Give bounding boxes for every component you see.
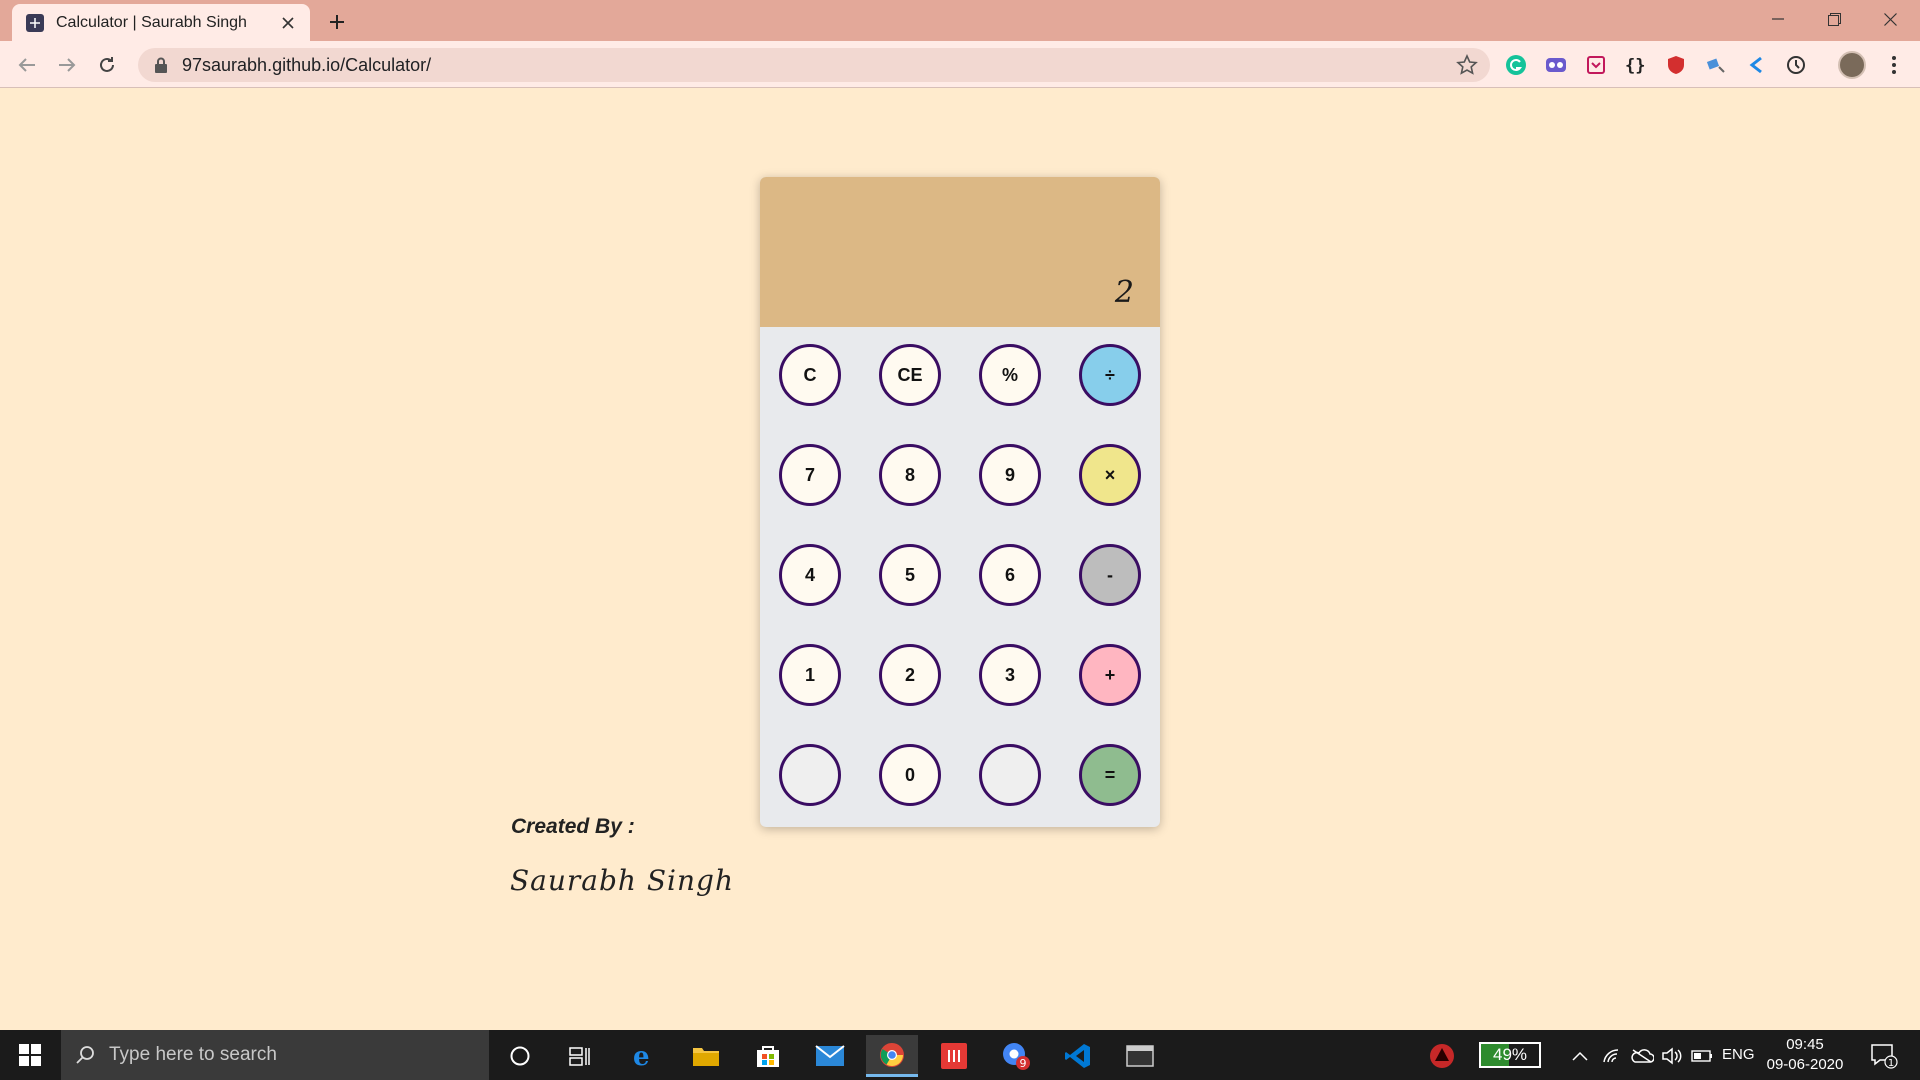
author-name: Saurabh Singh (510, 864, 734, 897)
close-window-icon[interactable] (1862, 0, 1918, 38)
minimize-icon[interactable] (1750, 0, 1806, 38)
blank-key-button[interactable] (979, 744, 1041, 806)
mail-icon[interactable] (804, 1035, 856, 1077)
url-text: 97saurabh.github.io/Calculator/ (182, 54, 432, 75)
digit-0-button[interactable]: 0 (879, 744, 941, 806)
chrome-icon[interactable] (866, 1035, 918, 1077)
battery-percentage-badge[interactable]: 49% (1479, 1042, 1541, 1068)
windows-taskbar: Type here to search e 9 49% ENG 09:45 09… (0, 1030, 1920, 1080)
calculator-favicon-icon (26, 13, 44, 32)
subtract-button[interactable]: - (1079, 544, 1141, 606)
terminal-icon[interactable] (1114, 1035, 1166, 1077)
digit-1-button[interactable]: 1 (779, 644, 841, 706)
profile-avatar[interactable] (1838, 51, 1866, 79)
digit-7-button[interactable]: 7 (779, 444, 841, 506)
restore-icon[interactable] (1806, 0, 1862, 38)
satellite-extension-icon[interactable] (1704, 53, 1728, 77)
app-bars-icon[interactable] (928, 1035, 980, 1077)
cortana-icon[interactable] (494, 1035, 546, 1077)
battery-icon[interactable] (1686, 1035, 1718, 1077)
chevron-up-icon[interactable] (1560, 1035, 1600, 1077)
back-arrow-icon[interactable] (12, 50, 42, 80)
bookmark-star-icon[interactable] (1456, 54, 1478, 81)
shield-icon[interactable] (1664, 53, 1688, 77)
browser-toolbar: 97saurabh.github.io/Calculator/ {} (0, 41, 1920, 88)
arrow-extension-icon[interactable] (1744, 53, 1768, 77)
browser-tab[interactable]: Calculator | Saurabh Singh (12, 4, 310, 41)
taskbar-search-box[interactable]: Type here to search (61, 1030, 489, 1080)
notification-icon[interactable]: 1 (1860, 1035, 1908, 1077)
digit-9-button[interactable]: 9 (979, 444, 1041, 506)
more-menu-icon[interactable] (1880, 51, 1908, 79)
store-icon[interactable] (742, 1035, 794, 1077)
glasses-extension-icon[interactable] (1544, 53, 1568, 77)
lock-icon (155, 57, 167, 73)
search-placeholder: Type here to search (109, 1044, 277, 1065)
browser-tab-strip: Calculator | Saurabh Singh (0, 0, 1920, 41)
digit-6-button[interactable]: 6 (979, 544, 1041, 606)
language-indicator[interactable]: ENG (1722, 1046, 1755, 1063)
chrome-profile-icon[interactable]: 9 (990, 1035, 1042, 1077)
chrome-badge-count: 9 (1020, 1057, 1027, 1070)
digit-4-button[interactable]: 4 (779, 544, 841, 606)
timer-icon[interactable] (1784, 53, 1808, 77)
clear-entry-button[interactable]: CE (879, 344, 941, 406)
clear-button[interactable]: C (779, 344, 841, 406)
clock[interactable]: 09:45 09-06-2020 (1760, 1035, 1850, 1075)
digit-2-button[interactable]: 2 (879, 644, 941, 706)
onedrive-icon[interactable] (1626, 1035, 1658, 1077)
windows-start-icon[interactable] (0, 1030, 60, 1080)
digit-8-button[interactable]: 8 (879, 444, 941, 506)
percent-button[interactable]: % (979, 344, 1041, 406)
volume-icon[interactable] (1656, 1035, 1688, 1077)
search-icon (76, 1046, 94, 1064)
vscode-icon[interactable] (1052, 1035, 1104, 1077)
reload-icon[interactable] (92, 50, 122, 80)
edge-icon[interactable]: e (618, 1035, 670, 1077)
grammarly-icon[interactable] (1504, 53, 1528, 77)
security-tray-icon[interactable] (1418, 1035, 1466, 1077)
calculator-display: 2 (760, 177, 1160, 327)
clock-time: 09:45 (1786, 1036, 1824, 1053)
svg-text:{}: {} (1625, 56, 1645, 75)
forward-arrow-icon[interactable] (52, 50, 82, 80)
clock-date: 09-06-2020 (1766, 1056, 1844, 1073)
created-by-label: Created By : (511, 815, 635, 838)
wifi-icon[interactable] (1596, 1035, 1628, 1077)
divide-button[interactable]: ÷ (1079, 344, 1141, 406)
add-button[interactable]: + (1079, 644, 1141, 706)
blank-key-button[interactable] (779, 744, 841, 806)
pocket-icon[interactable] (1584, 53, 1608, 77)
svg-text:e: e (633, 1043, 650, 1069)
digit-3-button[interactable]: 3 (979, 644, 1041, 706)
json-braces-icon[interactable]: {} (1624, 53, 1648, 77)
equals-button[interactable]: = (1079, 744, 1141, 806)
display-value: 2 (1114, 275, 1134, 310)
new-tab-icon[interactable] (323, 8, 351, 36)
calculator: 2 C CE% ÷ 7 8 9 × 4 5 6-1 2 3 +0 = (760, 177, 1160, 827)
tab-close-icon[interactable] (276, 11, 300, 35)
address-bar[interactable]: 97saurabh.github.io/Calculator/ (138, 48, 1490, 82)
battery-percentage: 49% (1492, 1045, 1528, 1064)
task-view-icon[interactable] (554, 1035, 606, 1077)
digit-5-button[interactable]: 5 (879, 544, 941, 606)
tab-title: Calculator | Saurabh Singh (56, 13, 247, 31)
notification-count: 1 (1888, 1058, 1894, 1069)
multiply-button[interactable]: × (1079, 444, 1141, 506)
file-explorer-icon[interactable] (680, 1035, 732, 1077)
